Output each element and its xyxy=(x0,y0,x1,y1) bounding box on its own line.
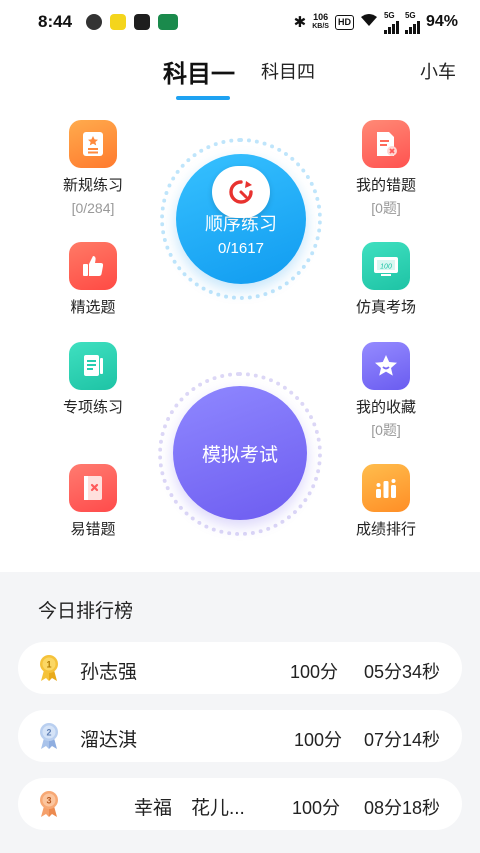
ranking-row[interactable]: 2 溜达淇 100分 07分14秒 xyxy=(18,710,462,762)
selected-questions-label: 精选题 xyxy=(70,299,116,316)
ranking-score: 100分 xyxy=(294,730,343,750)
new-rules-practice-label: 新规练习 xyxy=(62,177,123,194)
special-practice-item[interactable]: 专项练习 xyxy=(33,342,153,418)
bar-chart-icon xyxy=(362,464,410,512)
svg-text:100: 100 xyxy=(380,264,392,271)
silver-medal-icon: 2 xyxy=(38,722,60,755)
score-ranking-item[interactable]: 成绩排行 xyxy=(326,464,446,540)
document-pen-icon xyxy=(69,342,117,390)
star-icon xyxy=(362,342,410,390)
active-tab-indicator xyxy=(176,96,230,100)
my-mistakes-count: [0题] xyxy=(371,200,401,216)
subject-tabs: 科目一 科目四 小车 xyxy=(0,52,480,100)
signal-2-label: 5G xyxy=(404,10,416,20)
status-bar: 8:44 ✱ 106 KB/S HD 5G 5G 94% xyxy=(0,0,480,44)
wifi-icon xyxy=(360,13,378,31)
oppo-app-icon xyxy=(158,14,179,30)
net-speed-value: 106 xyxy=(313,12,329,22)
rank-number: 1 xyxy=(46,660,51,670)
gold-medal-icon: 1 xyxy=(38,654,60,687)
ranking-row[interactable]: 3 幸福 花儿... 100分 08分18秒 xyxy=(18,778,462,830)
status-app-icons xyxy=(86,14,179,30)
refresh-icon[interactable] xyxy=(212,166,270,218)
book-x-icon xyxy=(69,464,117,512)
signal-1-icon: 5G xyxy=(383,10,399,34)
my-favorites-label: 我的收藏 xyxy=(355,399,416,416)
my-favorites-count: [0题] xyxy=(371,422,401,438)
signal-2-icon: 5G xyxy=(404,10,420,34)
rank-number: 2 xyxy=(46,728,51,738)
rank-number: 3 xyxy=(46,796,51,806)
clipboard-star-icon xyxy=(69,120,117,168)
my-mistakes-item[interactable]: 我的错题 [0题] xyxy=(326,120,446,218)
thumbs-up-icon xyxy=(69,242,117,290)
tab-subject-four[interactable]: 科目四 xyxy=(261,58,315,84)
daily-ranking-section: 今日排行榜 1 孙志强 100分 05分34秒 2 溜达淇 100分 07分14… xyxy=(0,572,480,853)
special-practice-label: 专项练习 xyxy=(62,399,123,416)
error-prone-questions-item[interactable]: 易错题 xyxy=(33,464,153,540)
my-mistakes-label: 我的错题 xyxy=(355,177,416,194)
error-prone-questions-label: 易错题 xyxy=(70,521,116,538)
robot-app-icon xyxy=(86,14,103,30)
net-speed: 106 KB/S xyxy=(312,13,329,31)
music-app-icon xyxy=(134,14,151,30)
ranking-time: 08分18秒 xyxy=(363,798,440,818)
battery-level: 94% xyxy=(425,13,458,30)
exam-screen-icon: 100 xyxy=(362,242,410,290)
new-rules-practice-item[interactable]: 新规练习 [0/284] xyxy=(33,120,153,218)
daily-ranking-title: 今日排行榜 xyxy=(38,601,134,622)
mock-exam-title: 模拟考试 xyxy=(201,444,278,466)
ranking-name: 孙志强 xyxy=(80,662,138,683)
ranking-row[interactable]: 1 孙志强 100分 05分34秒 xyxy=(18,642,462,694)
bronze-medal-icon: 3 xyxy=(38,790,60,823)
simulated-exam-hall-item[interactable]: 100 仿真考场 xyxy=(326,242,446,318)
signal-1-label: 5G xyxy=(383,10,395,20)
bluetooth-icon: ✱ xyxy=(293,14,307,31)
sequential-practice-count: 0/1617 xyxy=(218,239,264,257)
status-indicators: ✱ 106 KB/S HD 5G 5G 94% xyxy=(294,11,458,34)
document-x-icon xyxy=(362,120,410,168)
new-rules-practice-progress: [0/284] xyxy=(71,200,115,216)
ranking-name: 溜达淇 xyxy=(80,730,138,751)
ranking-name: 幸福 花儿... xyxy=(134,798,245,819)
mock-exam-button[interactable]: 模拟考试 xyxy=(173,386,307,520)
my-favorites-item[interactable]: 我的收藏 [0题] xyxy=(326,342,446,440)
selected-questions-item[interactable]: 精选题 xyxy=(33,242,153,318)
tab-subject-one[interactable]: 科目一 xyxy=(163,54,235,89)
simulated-exam-hall-label: 仿真考场 xyxy=(355,299,416,316)
ranking-score: 100分 xyxy=(290,662,339,682)
hd-badge: HD xyxy=(334,14,354,30)
ranking-time: 05分34秒 xyxy=(363,662,440,682)
ranking-score: 100分 xyxy=(292,798,341,818)
tab-small-car[interactable]: 小车 xyxy=(420,58,456,84)
net-speed-unit: KB/S xyxy=(312,23,329,30)
status-time: 8:44 xyxy=(38,12,73,31)
ranking-time: 07分14秒 xyxy=(363,730,440,750)
yellow-app-icon xyxy=(110,14,127,30)
score-ranking-label: 成绩排行 xyxy=(355,521,416,538)
